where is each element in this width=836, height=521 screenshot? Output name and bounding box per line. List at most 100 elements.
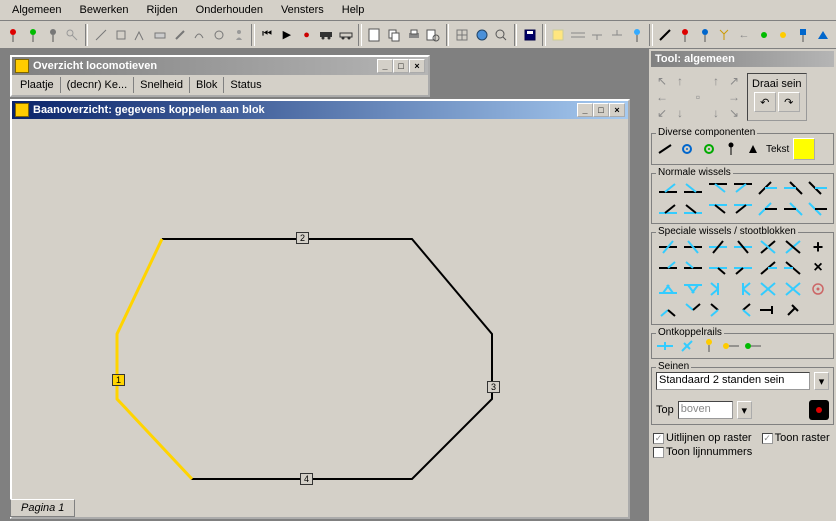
switch-icon[interactable] <box>656 199 680 219</box>
tool-icon-3[interactable] <box>131 24 150 46</box>
special-icon[interactable] <box>731 237 755 257</box>
close-icon[interactable]: × <box>609 103 625 117</box>
branch-icon[interactable] <box>715 24 734 46</box>
special-icon[interactable] <box>756 258 780 278</box>
track-t-icon[interactable] <box>588 24 607 46</box>
arrow-s-icon[interactable]: ↓ <box>671 105 689 121</box>
baan-titlebar[interactable]: Baanoverzicht: gegevens koppelen aan blo… <box>12 101 628 119</box>
special-icon[interactable] <box>706 258 730 278</box>
world-icon[interactable] <box>472 24 491 46</box>
special-icon[interactable] <box>756 279 780 299</box>
print-icon[interactable] <box>404 24 423 46</box>
copy-icon[interactable] <box>385 24 404 46</box>
circle-green-icon[interactable] <box>700 141 718 157</box>
switch-icon[interactable] <box>781 178 805 198</box>
dot-yellow-icon[interactable] <box>774 24 793 46</box>
signal-icon[interactable] <box>43 24 62 46</box>
col-plaatje[interactable]: Plaatje <box>14 77 61 93</box>
switch-icon[interactable] <box>756 178 780 198</box>
special-icon[interactable] <box>781 258 805 278</box>
menu-vensters[interactable]: Vensters <box>273 2 332 18</box>
block-3[interactable]: 3 <box>487 381 500 393</box>
switch-icon[interactable] <box>706 199 730 219</box>
menu-onderhouden[interactable]: Onderhouden <box>188 2 271 18</box>
dot-green-icon[interactable] <box>754 24 773 46</box>
save-icon[interactable] <box>520 24 539 46</box>
arrow-n2-icon[interactable]: ↑ <box>707 73 725 89</box>
loco-icon[interactable] <box>317 24 336 46</box>
pin-blue-icon[interactable] <box>695 24 714 46</box>
pin-red-icon[interactable] <box>676 24 695 46</box>
switch-icon[interactable] <box>706 178 730 198</box>
switch-icon[interactable] <box>806 178 830 198</box>
doc-icon[interactable] <box>365 24 384 46</box>
rewind-icon[interactable]: ⏮ <box>258 24 277 46</box>
play-icon[interactable]: ▶ <box>277 24 296 46</box>
tool-icon-4[interactable] <box>151 24 170 46</box>
col-status[interactable]: Status <box>224 77 426 93</box>
block-2[interactable]: 2 <box>296 232 309 244</box>
buffer-h-icon[interactable] <box>756 300 780 320</box>
circle-dot-icon[interactable] <box>806 279 830 299</box>
menu-algemeen[interactable]: Algemeen <box>4 2 70 18</box>
track-canvas[interactable]: 1 2 3 4 <box>12 119 628 515</box>
line-tool-icon[interactable] <box>656 141 674 157</box>
menu-bewerken[interactable]: Bewerken <box>72 2 137 18</box>
pin-yellow-icon[interactable] <box>700 338 718 354</box>
cb-align-grid[interactable]: ✓ <box>653 433 664 444</box>
signal-green-icon[interactable] <box>24 24 43 46</box>
tekst-label[interactable]: Tekst <box>766 144 789 155</box>
special-icon[interactable] <box>656 258 680 278</box>
special-icon[interactable] <box>656 300 680 320</box>
track-h-icon[interactable] <box>568 24 587 46</box>
marker-blue2-icon[interactable] <box>794 24 813 46</box>
wagon-icon[interactable] <box>337 24 356 46</box>
edit-icon[interactable] <box>170 24 189 46</box>
col-decnr[interactable]: (decnr) Ke... <box>61 77 135 93</box>
preview-icon[interactable] <box>424 24 443 46</box>
highlight-icon[interactable] <box>549 24 568 46</box>
page-tab[interactable]: Pagina 1 <box>10 499 75 517</box>
special-icon[interactable] <box>656 237 680 257</box>
special-icon[interactable] <box>706 279 730 299</box>
special-icon[interactable] <box>781 279 805 299</box>
special-icon[interactable] <box>681 279 705 299</box>
line-black-icon[interactable] <box>656 24 675 46</box>
col-blok[interactable]: Blok <box>190 77 224 93</box>
maximize-icon[interactable]: □ <box>593 103 609 117</box>
record-icon[interactable]: ● <box>297 24 316 46</box>
block-4[interactable]: 4 <box>300 473 313 485</box>
special-icon[interactable] <box>731 300 755 320</box>
top-combo[interactable]: boven <box>678 401 733 419</box>
decouple-icon[interactable] <box>678 338 696 354</box>
cb-show-grid[interactable]: ✓ <box>762 433 773 444</box>
search-icon[interactable] <box>492 24 511 46</box>
special-icon[interactable] <box>731 258 755 278</box>
menu-help[interactable]: Help <box>334 2 373 18</box>
arrow-n-icon[interactable]: ↑ <box>671 73 689 89</box>
cross-icon[interactable]: + <box>806 237 830 257</box>
special-icon[interactable] <box>756 237 780 257</box>
tool-icon-2[interactable] <box>111 24 130 46</box>
signal-type-combo[interactable]: Standaard 2 standen sein <box>656 372 810 390</box>
special-icon[interactable] <box>681 237 705 257</box>
special-icon[interactable] <box>681 258 705 278</box>
arrow-e-icon[interactable]: → <box>725 89 743 105</box>
triangle-icon[interactable] <box>813 24 832 46</box>
arrow-se-icon[interactable]: ↘ <box>725 105 743 121</box>
signal-red-icon[interactable] <box>4 24 23 46</box>
close-icon[interactable]: × <box>409 59 425 73</box>
triangle-tool-icon[interactable] <box>744 141 762 157</box>
arrow-s2-icon[interactable]: ↓ <box>707 105 725 121</box>
special-icon[interactable] <box>781 237 805 257</box>
switch-icon[interactable] <box>656 178 680 198</box>
pin-tool-icon[interactable] <box>722 141 740 157</box>
key-icon[interactable] <box>63 24 82 46</box>
switch-icon[interactable] <box>731 199 755 219</box>
maximize-icon[interactable]: □ <box>393 59 409 73</box>
dropdown-icon[interactable]: ▾ <box>814 372 829 390</box>
special-icon[interactable] <box>681 300 705 320</box>
marker-blue-icon[interactable] <box>627 24 646 46</box>
center-dot-icon[interactable]: ▫ <box>689 89 707 105</box>
special-icon[interactable] <box>706 300 730 320</box>
